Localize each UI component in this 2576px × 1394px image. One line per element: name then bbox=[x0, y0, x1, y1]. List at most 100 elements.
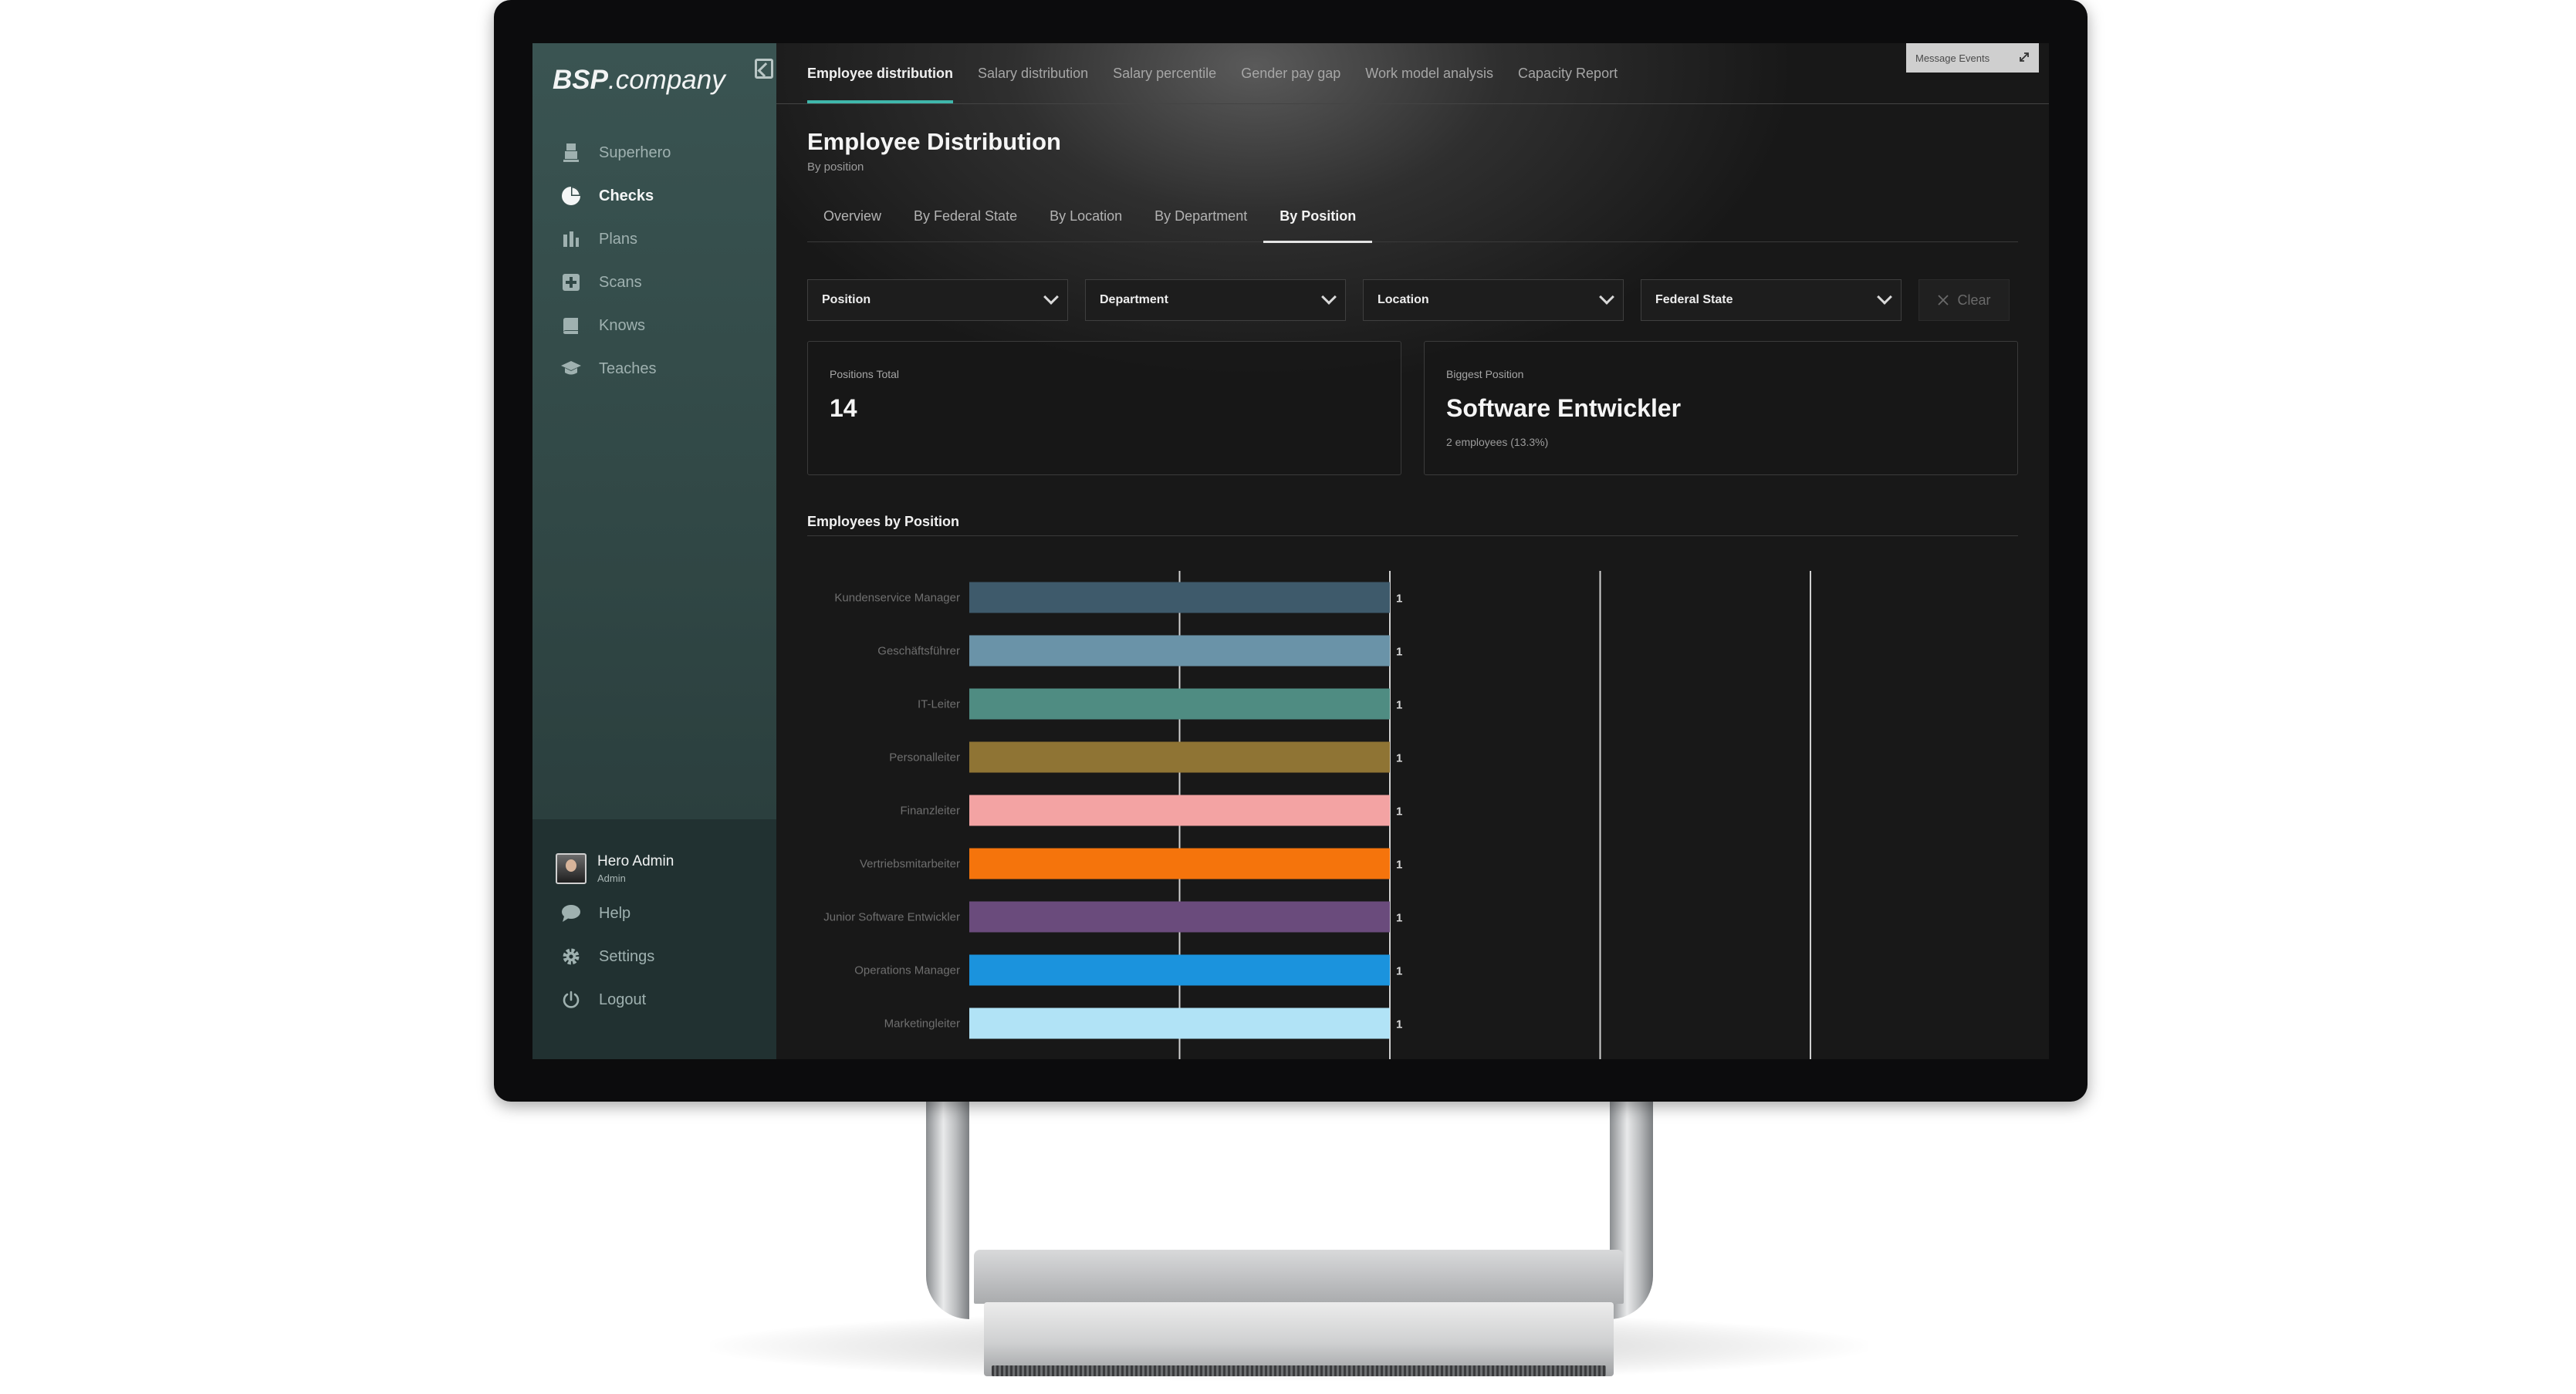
message-events-button[interactable]: Message Events bbox=[1906, 43, 2039, 73]
value-label: 1 bbox=[1396, 699, 1402, 712]
sidebar-item-checks[interactable]: Checks bbox=[532, 174, 776, 218]
avatar bbox=[556, 853, 587, 884]
superhero-icon bbox=[560, 142, 582, 164]
clear-filters-button[interactable]: Clear bbox=[1918, 279, 2010, 321]
tab-overview[interactable]: Overview bbox=[807, 191, 898, 242]
clear-filters-label: Clear bbox=[1957, 292, 1991, 308]
chart-section-title: Employees by Position bbox=[807, 514, 960, 529]
bar bbox=[969, 688, 1390, 720]
bar-chart-svg: Kundenservice Manager 1 Geschäftsführer 1 IT… bbox=[823, 571, 1811, 1059]
federal-state-select-label: Federal State bbox=[1655, 293, 1733, 306]
sidebar-item-label: Knows bbox=[599, 316, 646, 334]
value-label: 1 bbox=[1396, 646, 1402, 659]
sidebar-bottom: Hero Admin Admin Help Settings Logout bbox=[532, 846, 776, 1021]
sidebar-item-label: Checks bbox=[599, 187, 654, 204]
department-select[interactable]: Department bbox=[1085, 279, 1346, 321]
tab-by-department[interactable]: By Department bbox=[1138, 191, 1263, 242]
sidebar-item-teaches[interactable]: Teaches bbox=[532, 347, 776, 390]
value-label: 1 bbox=[1396, 805, 1402, 819]
plus-square-icon bbox=[560, 272, 582, 293]
tab-by-position[interactable]: By Position bbox=[1263, 191, 1373, 243]
tab-salary-distribution[interactable]: Salary distribution bbox=[978, 43, 1088, 103]
sidebar-item-superhero[interactable]: Superhero bbox=[532, 131, 776, 174]
bar bbox=[969, 635, 1390, 667]
monitor-screen: BSP.company Superhero Checks Plans Scans… bbox=[532, 43, 2049, 1059]
sidebar-item-logout[interactable]: Logout bbox=[532, 978, 776, 1021]
positions-total-value: 14 bbox=[830, 394, 857, 422]
tab-by-federal-state[interactable]: By Federal State bbox=[898, 191, 1033, 242]
category-label: Junior Software Entwickler bbox=[823, 911, 960, 924]
bar bbox=[969, 1008, 1390, 1039]
chevron-down-icon bbox=[1599, 289, 1614, 305]
user-profile[interactable]: Hero Admin Admin bbox=[532, 846, 776, 892]
tab-capacity-report[interactable]: Capacity Report bbox=[1518, 43, 1618, 103]
expand-icon bbox=[2019, 52, 2030, 65]
sidebar-nav: Superhero Checks Plans Scans Knows Teach… bbox=[532, 131, 776, 390]
sidebar-item-label: Scans bbox=[599, 273, 642, 291]
sidebar-item-settings[interactable]: Settings bbox=[532, 935, 776, 978]
category-label: Personalleiter bbox=[889, 751, 960, 765]
category-label: Marketingleiter bbox=[884, 1018, 960, 1031]
positions-total-label: Positions Total bbox=[830, 368, 900, 380]
tab-employee-distribution[interactable]: Employee distribution bbox=[807, 43, 954, 103]
bar bbox=[969, 901, 1390, 933]
category-label: IT-Leiter bbox=[918, 698, 960, 711]
stand-arm-left bbox=[926, 1095, 969, 1319]
graduation-cap-icon bbox=[560, 358, 582, 380]
positions-total-card: Positions Total 14 bbox=[807, 341, 1401, 475]
biggest-position-label: Biggest Position bbox=[1446, 368, 1524, 380]
logo-bold: BSP bbox=[553, 65, 608, 95]
header-divider bbox=[776, 103, 2049, 104]
category-label: Kundenservice Manager bbox=[834, 592, 960, 605]
sub-tab-bar: Overview By Federal State By Location By… bbox=[807, 191, 2018, 243]
biggest-position-value: Software Entwickler bbox=[1446, 394, 1682, 422]
sidebar-item-scans[interactable]: Scans bbox=[532, 261, 776, 304]
sidebar-item-plans[interactable]: Plans bbox=[532, 218, 776, 261]
value-label: 1 bbox=[1396, 859, 1402, 872]
chevron-down-icon bbox=[1877, 289, 1892, 305]
sidebar-item-help[interactable]: Help bbox=[532, 892, 776, 935]
logo-rest: .company bbox=[607, 65, 725, 95]
value-label: 1 bbox=[1396, 1018, 1402, 1031]
chevron-down-icon bbox=[1043, 289, 1059, 305]
tab-salary-percentile[interactable]: Salary percentile bbox=[1113, 43, 1216, 103]
category-label: Finanzleiter bbox=[900, 805, 960, 818]
speech-bubble-icon bbox=[560, 903, 582, 924]
sidebar: BSP.company Superhero Checks Plans Scans… bbox=[532, 43, 776, 1059]
stand-grill bbox=[992, 1365, 1606, 1376]
section-divider bbox=[807, 535, 2018, 536]
user-name: Hero Admin bbox=[597, 853, 674, 869]
location-select-label: Location bbox=[1378, 293, 1429, 306]
sidebar-item-label: Plans bbox=[599, 230, 638, 248]
company-logo[interactable]: BSP.company bbox=[553, 65, 725, 96]
collapse-sidebar-icon[interactable] bbox=[755, 59, 773, 79]
pie-chart-icon bbox=[560, 185, 582, 207]
department-select-label: Department bbox=[1100, 293, 1168, 306]
federal-state-select[interactable]: Federal State bbox=[1641, 279, 1902, 321]
sidebar-item-label: Superhero bbox=[599, 143, 671, 161]
bar bbox=[969, 954, 1390, 986]
book-icon bbox=[560, 315, 582, 336]
user-role: Admin bbox=[597, 873, 626, 884]
message-events-label: Message Events bbox=[1915, 52, 1990, 64]
bar bbox=[969, 795, 1390, 826]
sidebar-item-knows[interactable]: Knows bbox=[532, 304, 776, 347]
sidebar-item-label: Teaches bbox=[599, 359, 657, 377]
close-icon bbox=[1937, 294, 1949, 306]
tab-gender-pay-gap[interactable]: Gender pay gap bbox=[1241, 43, 1340, 103]
tab-work-model-analysis[interactable]: Work model analysis bbox=[1365, 43, 1493, 103]
biggest-position-note: 2 employees (13.3%) bbox=[1446, 436, 1549, 448]
category-label: Vertriebsmitarbeiter bbox=[860, 858, 960, 871]
position-select[interactable]: Position bbox=[807, 279, 1068, 321]
top-tab-bar: Employee distribution Salary distributio… bbox=[807, 43, 1642, 103]
tab-by-location[interactable]: By Location bbox=[1033, 191, 1138, 242]
filter-bar: Position Department Location Federal Sta… bbox=[807, 279, 2010, 321]
value-label: 1 bbox=[1396, 752, 1402, 765]
location-select[interactable]: Location bbox=[1363, 279, 1624, 321]
power-icon bbox=[560, 989, 582, 1011]
page-title: Employee Distribution bbox=[807, 128, 1061, 155]
sidebar-item-label: Help bbox=[599, 904, 631, 922]
sidebar-item-label: Settings bbox=[599, 947, 655, 965]
bar bbox=[969, 582, 1390, 613]
stand-base bbox=[974, 1250, 1624, 1304]
